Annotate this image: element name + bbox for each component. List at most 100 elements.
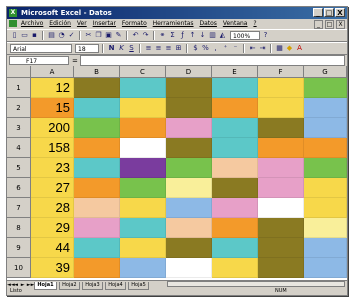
menu-formato[interactable]: Formato	[122, 19, 147, 29]
menu-archivo[interactable]: Archivo	[21, 19, 43, 29]
value-cell[interactable]: 27	[31, 178, 74, 198]
colored-cell[interactable]	[120, 98, 166, 118]
colored-cell[interactable]	[120, 218, 166, 238]
row-header-8[interactable]: 8	[7, 218, 31, 238]
column-header-b[interactable]: B	[74, 66, 120, 78]
merge-icon[interactable]: ⊞	[174, 44, 183, 53]
increase-indent-icon[interactable]: ⇥	[258, 44, 267, 53]
colored-cell[interactable]	[120, 158, 166, 178]
align-left-icon[interactable]: ≡	[144, 44, 153, 53]
minimize-button[interactable]: _	[313, 8, 323, 17]
row-header-4[interactable]: 4	[7, 138, 31, 158]
colored-cell[interactable]	[304, 98, 347, 118]
redo-icon[interactable]: ↷	[141, 31, 150, 40]
column-header-c[interactable]: C	[120, 66, 166, 78]
zoom-combo[interactable]: 100%	[230, 31, 260, 40]
menu-ayuda[interactable]: ?	[253, 19, 256, 29]
row-header-6[interactable]: 6	[7, 178, 31, 198]
bold-button[interactable]: N	[107, 44, 116, 53]
column-header-a[interactable]: A	[31, 66, 74, 78]
colored-cell[interactable]	[120, 78, 166, 98]
colored-cell[interactable]	[74, 158, 120, 178]
colored-cell[interactable]	[74, 238, 120, 258]
value-cell[interactable]: 44	[31, 238, 74, 258]
copy-icon[interactable]: ❐	[94, 31, 103, 40]
thousands-icon[interactable]: ‚	[211, 44, 220, 53]
print-icon[interactable]: ▤	[47, 31, 56, 40]
colored-cell[interactable]	[166, 178, 212, 198]
menu-edicion[interactable]: Edición	[49, 19, 71, 29]
row-header-5[interactable]: 5	[7, 158, 31, 178]
colored-cell[interactable]	[258, 238, 304, 258]
colored-cell[interactable]	[74, 78, 120, 98]
drawing-icon[interactable]: ◭	[218, 31, 227, 40]
colored-cell[interactable]	[166, 218, 212, 238]
italic-button[interactable]: K	[117, 44, 126, 53]
colored-cell[interactable]	[120, 198, 166, 218]
menu-datos[interactable]: Datos	[199, 19, 216, 29]
colored-cell[interactable]	[304, 78, 347, 98]
colored-cell[interactable]	[212, 138, 258, 158]
colored-cell[interactable]	[258, 198, 304, 218]
preview-icon[interactable]: ◔	[57, 31, 66, 40]
chart-icon[interactable]: ▥	[208, 31, 217, 40]
colored-cell[interactable]	[120, 118, 166, 138]
colored-cell[interactable]	[258, 218, 304, 238]
colored-cell[interactable]	[166, 158, 212, 178]
autosum-icon[interactable]: Σ	[168, 31, 177, 40]
font-name-combo[interactable]: Arial	[10, 44, 72, 53]
new-icon[interactable]: ▯	[10, 31, 19, 40]
row-header-1[interactable]: 1	[7, 78, 31, 98]
colored-cell[interactable]	[304, 138, 347, 158]
colored-cell[interactable]	[74, 218, 120, 238]
sort-desc-icon[interactable]: ↓	[198, 31, 207, 40]
font-color-icon[interactable]: A	[295, 44, 304, 53]
colored-cell[interactable]	[166, 238, 212, 258]
function-icon[interactable]: ƒ	[178, 31, 187, 40]
value-cell[interactable]: 23	[31, 158, 74, 178]
colored-cell[interactable]	[258, 118, 304, 138]
worksheet-grid[interactable]: A B C D E F G 1 12 2 15 3 200 4 158 5 23 6 27 7 28 8 29 9 44 10 39	[7, 66, 347, 280]
colored-cell[interactable]	[304, 218, 347, 238]
row-header-3[interactable]: 3	[7, 118, 31, 138]
colored-cell[interactable]	[304, 198, 347, 218]
colored-cell[interactable]	[258, 178, 304, 198]
colored-cell[interactable]	[258, 258, 304, 278]
colored-cell[interactable]	[166, 118, 212, 138]
align-right-icon[interactable]: ≡	[164, 44, 173, 53]
format-painter-icon[interactable]: ✎	[114, 31, 123, 40]
value-cell[interactable]: 29	[31, 218, 74, 238]
menu-ventana[interactable]: Ventana	[223, 19, 248, 29]
colored-cell[interactable]	[304, 178, 347, 198]
colored-cell[interactable]	[304, 158, 347, 178]
colored-cell[interactable]	[74, 198, 120, 218]
colored-cell[interactable]	[166, 198, 212, 218]
value-cell[interactable]: 200	[31, 118, 74, 138]
colored-cell[interactable]	[166, 258, 212, 278]
colored-cell[interactable]	[258, 158, 304, 178]
open-icon[interactable]: ▭	[20, 31, 29, 40]
colored-cell[interactable]	[120, 178, 166, 198]
row-header-10[interactable]: 10	[7, 258, 31, 278]
colored-cell[interactable]	[212, 238, 258, 258]
percent-icon[interactable]: %	[201, 44, 210, 53]
colored-cell[interactable]	[212, 78, 258, 98]
colored-cell[interactable]	[74, 138, 120, 158]
column-header-g[interactable]: G	[304, 66, 347, 78]
increase-decimal-icon[interactable]: ⁺	[221, 44, 230, 53]
colored-cell[interactable]	[258, 98, 304, 118]
undo-icon[interactable]: ↶	[131, 31, 140, 40]
doc-close-button[interactable]: X	[336, 20, 345, 29]
colored-cell[interactable]	[166, 98, 212, 118]
colored-cell[interactable]	[120, 238, 166, 258]
colored-cell[interactable]	[120, 138, 166, 158]
colored-cell[interactable]	[74, 98, 120, 118]
colored-cell[interactable]	[258, 138, 304, 158]
align-center-icon[interactable]: ≡	[154, 44, 163, 53]
colored-cell[interactable]	[212, 178, 258, 198]
column-header-e[interactable]: E	[212, 66, 258, 78]
hyperlink-icon[interactable]: ⚭	[158, 31, 167, 40]
value-cell[interactable]: 12	[31, 78, 74, 98]
column-header-f[interactable]: F	[258, 66, 304, 78]
select-all-corner[interactable]	[7, 66, 31, 78]
